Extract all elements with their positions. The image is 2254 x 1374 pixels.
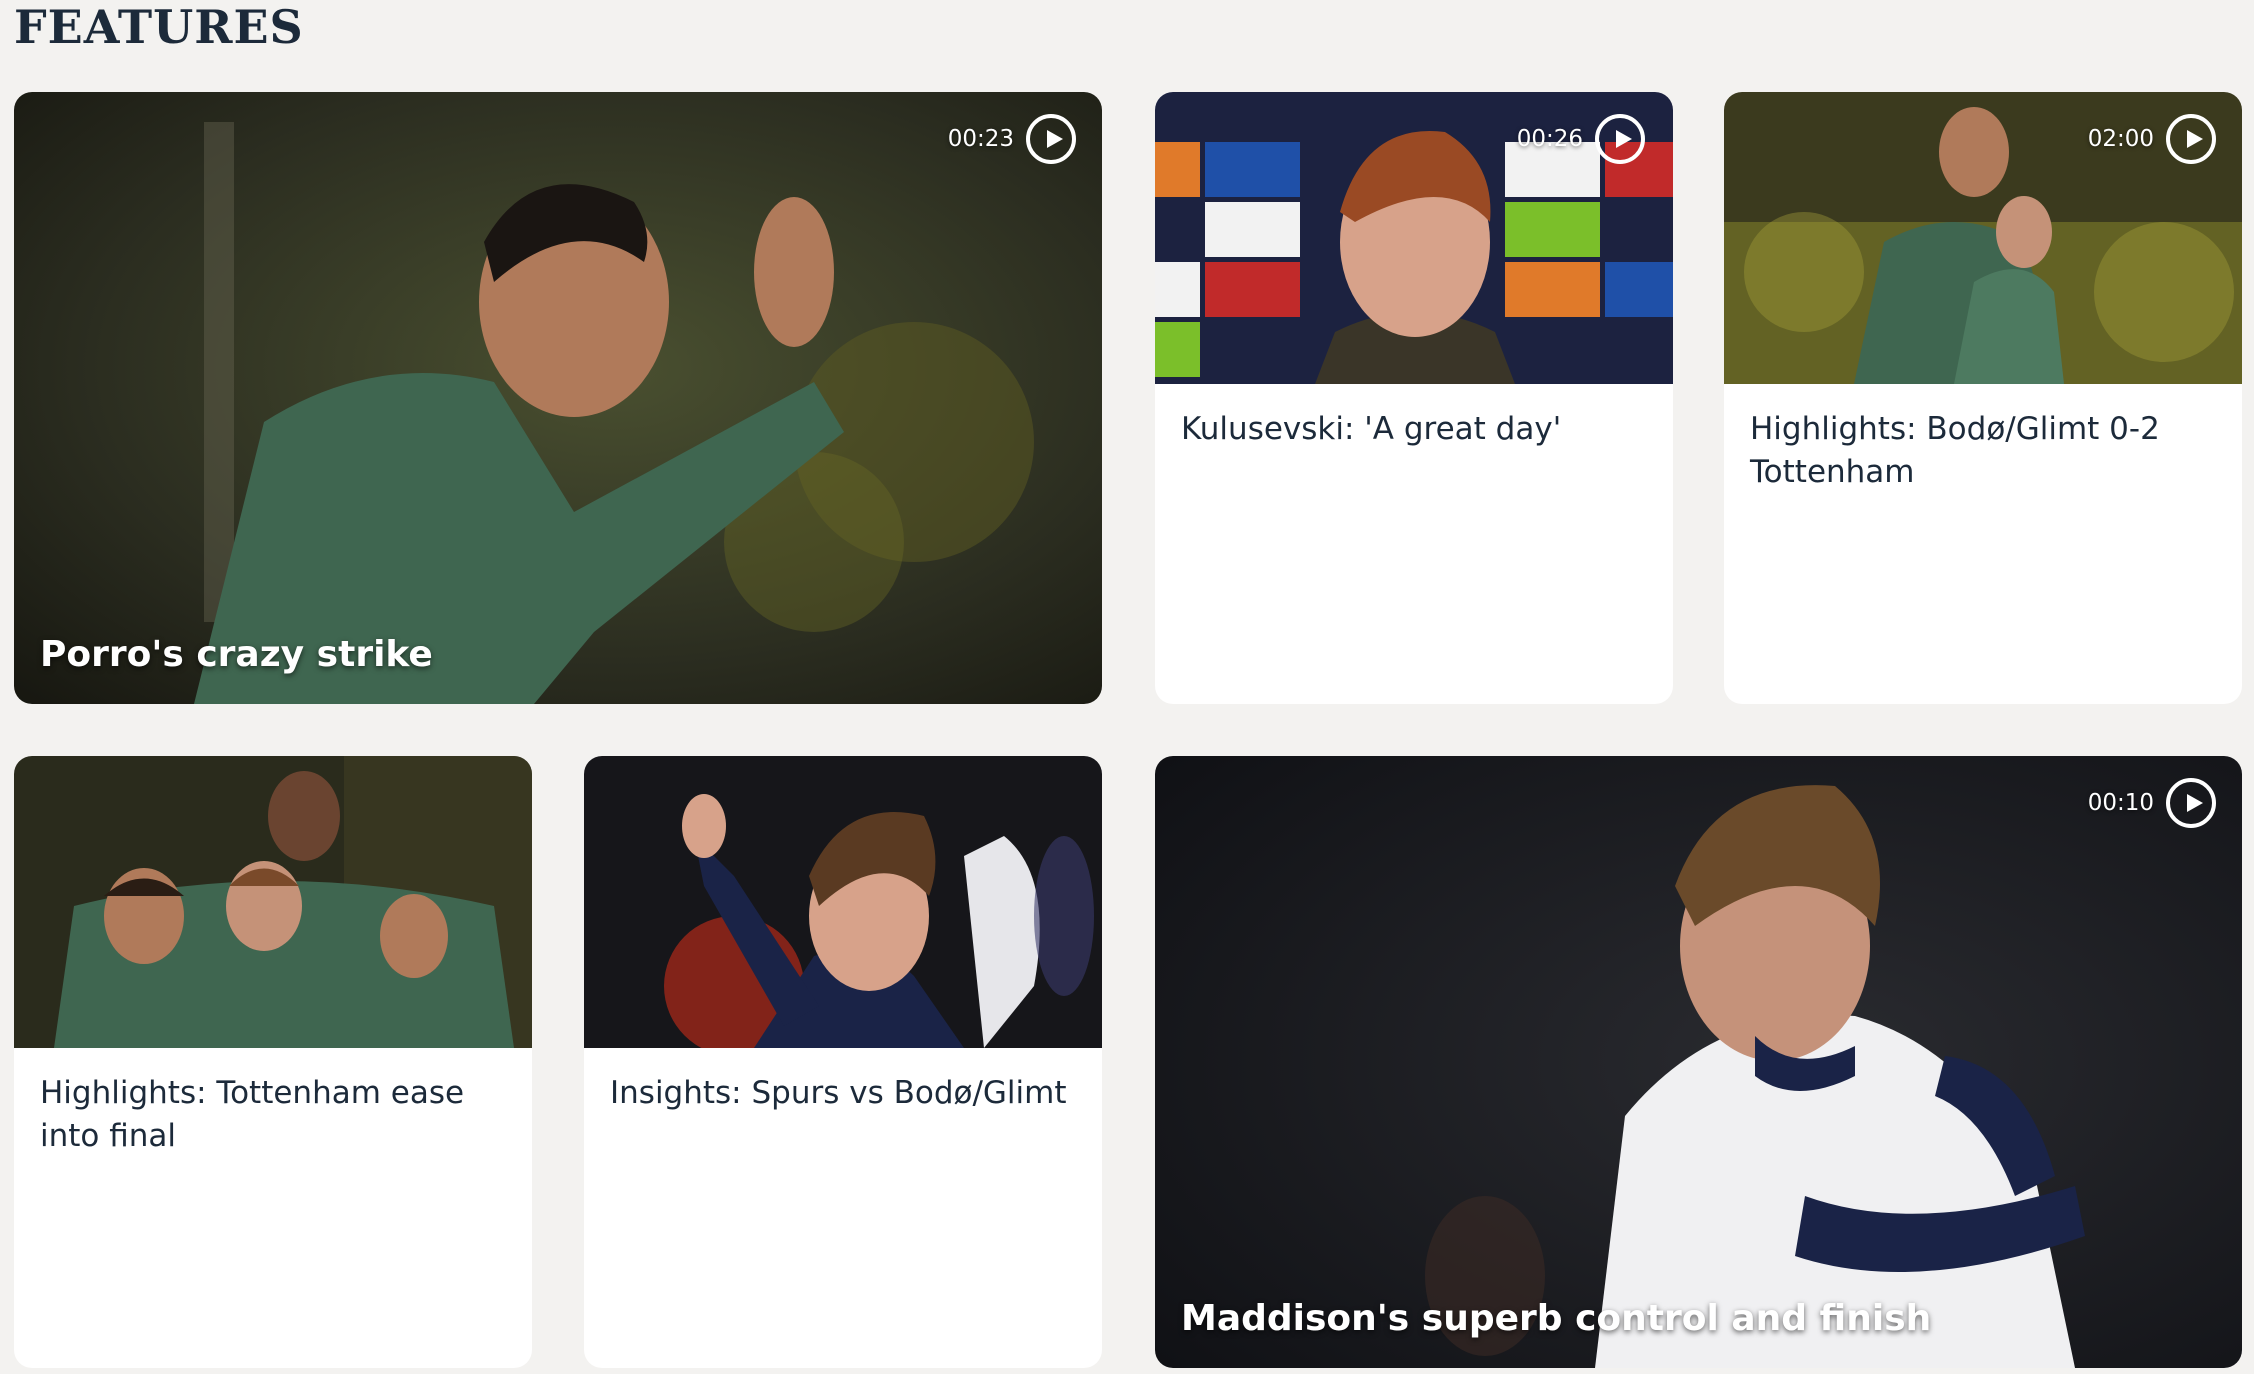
card-title: Highlights: Bodø/Glimt 0-2 Tottenham [1750,411,2160,490]
feature-card-insights[interactable]: Insights: Spurs vs Bodø/Glimt [584,756,1102,1368]
feature-card-maddison[interactable]: 00:10 Maddison's superb control and fini… [1155,756,2242,1368]
video-duration: 00:23 [948,114,1076,164]
play-icon[interactable] [2166,114,2216,164]
feature-card-highlights-bodo[interactable]: 02:00 Highlights: Bodø/Glimt 0-2 Tottenh… [1724,92,2242,704]
card-title: Porro's crazy strike [40,634,433,675]
thumbnail-image [14,756,532,1048]
play-icon[interactable] [2166,778,2216,828]
play-icon[interactable] [1595,114,1645,164]
features-section: FEATURES 00:23 Porro's crazy strike 00:2… [0,0,2254,1374]
card-title: Maddison's superb control and finish [1181,1298,1932,1339]
play-icon[interactable] [1026,114,1076,164]
feature-card-highlights-final[interactable]: Highlights: Tottenham ease into final [14,756,532,1368]
feature-card-porro[interactable]: 00:23 Porro's crazy strike [14,92,1102,704]
duration-text: 00:23 [947,126,1014,152]
duration-text: 00:10 [2087,790,2154,816]
card-title: Insights: Spurs vs Bodø/Glimt [610,1075,1067,1111]
video-duration: 02:00 [2088,114,2216,164]
card-title: Kulusevski: 'A great day' [1181,411,1562,447]
video-duration: 00:10 [2088,778,2216,828]
card-title: Highlights: Tottenham ease into final [40,1075,465,1154]
video-duration: 00:26 [1517,114,1645,164]
duration-text: 02:00 [2087,126,2154,152]
section-title: FEATURES [14,0,304,54]
duration-text: 00:26 [1516,126,1583,152]
thumbnail-image [14,92,1102,704]
feature-card-kulusevski[interactable]: 00:26 Kulusevski: 'A great day' [1155,92,1673,704]
thumbnail-image [584,756,1102,1048]
thumbnail-image [1155,756,2242,1368]
